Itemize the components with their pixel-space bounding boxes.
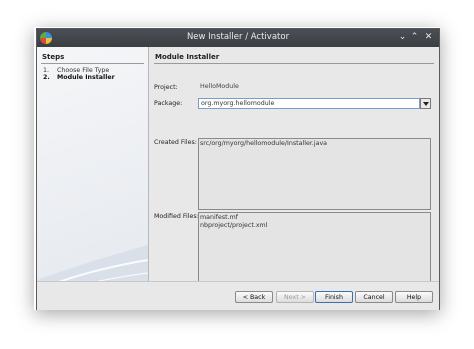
- cancel-button[interactable]: Cancel: [355, 291, 393, 303]
- step-number: 1.: [43, 67, 50, 74]
- maximize-icon[interactable]: ⌃: [408, 31, 421, 44]
- close-icon[interactable]: ✕: [422, 31, 435, 44]
- button-bar: < Back Next > Finish Cancel Help: [37, 281, 439, 310]
- created-files-label: Created Files:: [154, 139, 197, 146]
- step-number: 2.: [43, 74, 50, 81]
- installer-dialog: New Installer / Activator ⌄ ⌃ ✕ Steps 1.…: [36, 28, 440, 310]
- steps-panel: Steps 1. Choose File Type 2. Module Instal…: [37, 47, 149, 305]
- package-label: Package:: [154, 100, 183, 107]
- title-bar[interactable]: New Installer / Activator ⌄ ⌃ ✕: [37, 29, 439, 47]
- modified-file-item: manifest.mf: [200, 214, 238, 221]
- package-combobox[interactable]: org.myorg.hellomodule: [198, 98, 420, 109]
- back-button[interactable]: < Back: [235, 291, 273, 303]
- step-module-installer: 2. Module Installer: [43, 74, 115, 81]
- modified-file-item: nbproject/project.xml: [200, 222, 268, 229]
- steps-divider: [41, 63, 144, 64]
- project-label: Project:: [154, 84, 178, 91]
- steps-heading: Steps: [42, 53, 65, 61]
- step-label: Choose File Type: [57, 67, 110, 74]
- panel-heading: Module Installer: [155, 53, 220, 61]
- created-files-area[interactable]: src/org/myorg/hellomodule/Installer.java: [198, 138, 431, 210]
- step-choose-file-type: 1. Choose File Type: [43, 67, 109, 74]
- finish-button[interactable]: Finish: [315, 291, 353, 303]
- panel-divider: [154, 63, 434, 64]
- window-title: New Installer / Activator: [186, 32, 290, 42]
- module-installer-panel: Module Installer Project: HelloModule Pa…: [149, 47, 439, 305]
- created-file-item: src/org/myorg/hellomodule/Installer.java: [200, 140, 328, 147]
- step-label: Module Installer: [57, 74, 115, 81]
- package-dropdown-button[interactable]: [420, 98, 431, 109]
- modified-files-label: Modified Files:: [154, 213, 199, 220]
- project-field: HelloModule: [198, 82, 431, 92]
- next-button[interactable]: Next >: [276, 291, 314, 303]
- modified-files-area[interactable]: manifest.mf nbproject/project.xml: [198, 212, 431, 284]
- help-button[interactable]: Help: [395, 291, 433, 303]
